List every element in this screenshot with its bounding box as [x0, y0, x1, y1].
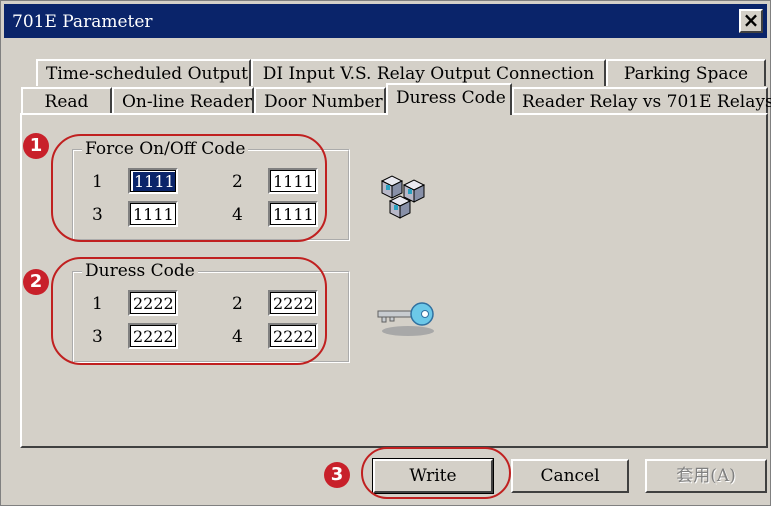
- annotation-badge-2: 2: [23, 269, 49, 295]
- key-icon: [377, 302, 434, 336]
- tab-read[interactable]: Read: [21, 87, 112, 114]
- tab-parking-space[interactable]: Parking Space: [606, 59, 766, 86]
- tab-di-input-relay-output[interactable]: DI Input V.S. Relay Output Connection: [251, 59, 606, 86]
- tab-on-line-reader[interactable]: On-line Reader: [112, 87, 254, 114]
- tab-time-scheduled-output[interactable]: Time-scheduled Output: [36, 59, 251, 86]
- annotation-ring-force: [51, 134, 327, 242]
- cancel-button[interactable]: Cancel: [511, 459, 629, 493]
- window-title: 701E Parameter: [12, 12, 153, 32]
- cubes-icon: [380, 175, 426, 219]
- tab-door-number[interactable]: Door Number: [254, 87, 386, 114]
- close-button[interactable]: ×: [739, 9, 763, 33]
- tab-duress-code[interactable]: Duress Code: [386, 83, 512, 115]
- dialog-window: 701E Parameter × Time-scheduled Output D…: [0, 0, 771, 506]
- annotation-badge-1: 1: [23, 133, 49, 159]
- apply-button[interactable]: 套用(A): [645, 459, 767, 493]
- annotation-badge-3: 3: [324, 462, 350, 488]
- tab-reader-relay-vs-701e-relays[interactable]: Reader Relay vs 701E Relays: [512, 87, 771, 114]
- annotation-ring-duress: [51, 257, 327, 365]
- annotation-ring-write: [361, 447, 511, 499]
- title-bar: 701E Parameter ×: [4, 4, 767, 38]
